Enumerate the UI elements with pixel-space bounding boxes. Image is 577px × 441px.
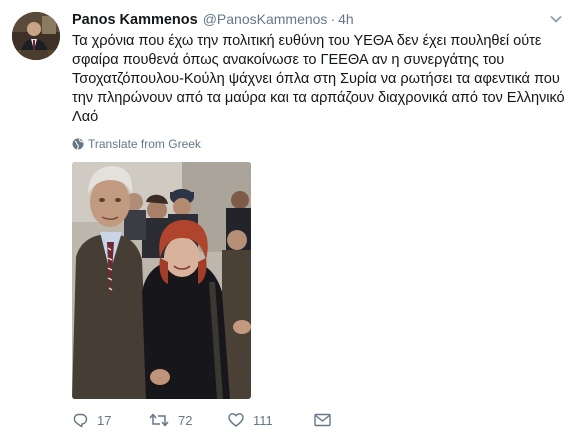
globe-icon [72, 138, 84, 150]
avatar[interactable] [12, 12, 60, 60]
translate-label[interactable]: Translate from Greek [88, 137, 201, 151]
tweet[interactable]: Panos Kammenos @PanosKammenos · 4h Τα χρ… [0, 0, 577, 441]
tweet-text-line: την πληρώνουν από τα μαύρα και τα αρπάζο… [72, 90, 565, 106]
reply-button[interactable]: 17 [72, 410, 111, 430]
chevron-down-icon[interactable] [549, 14, 563, 24]
author-handle[interactable]: @PanosKammenos [203, 11, 328, 27]
tweet-text-line: Λαό [72, 109, 99, 125]
translate-link[interactable]: Translate from Greek [72, 136, 201, 152]
like-button[interactable]: 111 [228, 410, 273, 430]
tweet-text-line: Τσοχατζόπουλου-Κούλη ψάχνει όπλα στη Συρ… [72, 71, 560, 87]
reply-count: 17 [97, 412, 112, 428]
tweet-text-line: σφαίρα πουθενά όπως ανακοίνωσε το ΓΕΕΘΑ … [72, 52, 505, 68]
tweet-actions: 17 72 111 [72, 410, 372, 430]
direct-message-button[interactable] [314, 410, 340, 430]
separator: · [330, 11, 336, 27]
tweet-header: Panos Kammenos @PanosKammenos · 4h [72, 11, 354, 31]
timestamp[interactable]: 4h [338, 11, 354, 27]
tweet-text: Τα χρόνια που έχω την πολιτική ευθύνη το… [72, 32, 567, 127]
tweet-photo[interactable] [72, 162, 251, 399]
retweet-icon [149, 413, 169, 427]
like-count: 111 [253, 412, 273, 428]
retweet-button[interactable]: 72 [149, 410, 192, 430]
author-name[interactable]: Panos Kammenos [72, 12, 198, 28]
heart-icon [228, 413, 244, 427]
reply-icon [73, 413, 88, 428]
retweet-count: 72 [178, 412, 193, 428]
tweet-text-line: Τα χρόνια που έχω την πολιτική ευθύνη το… [72, 33, 542, 49]
envelope-icon [314, 413, 331, 427]
